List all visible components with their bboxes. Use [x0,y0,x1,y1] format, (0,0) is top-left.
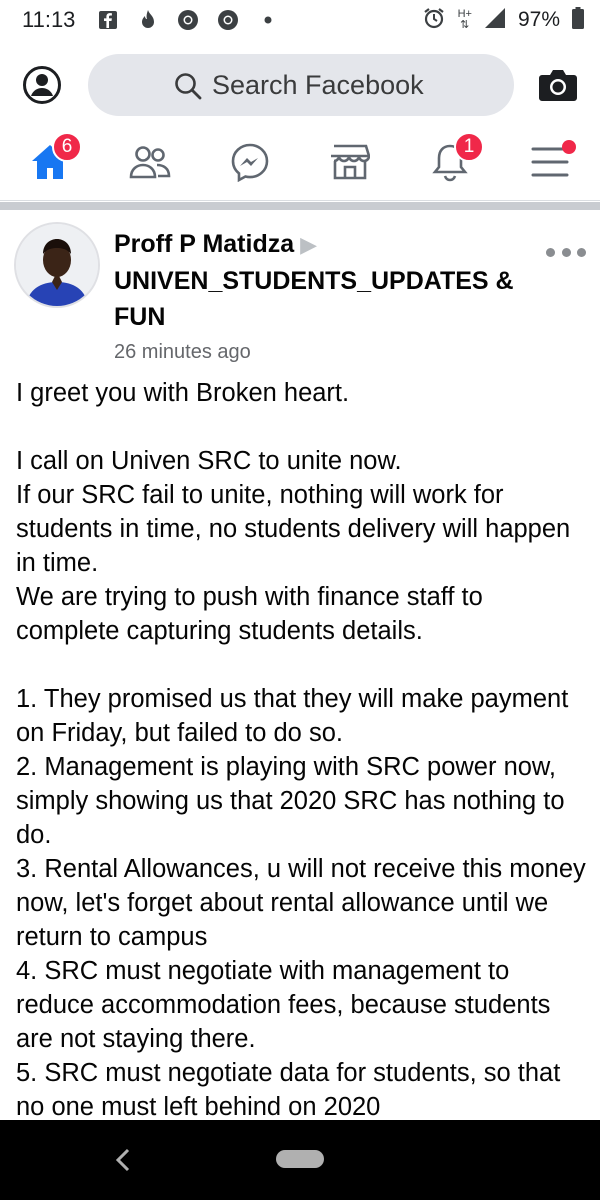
author-photo [16,224,98,306]
camera-button[interactable] [536,63,580,107]
alarm-icon [422,6,446,35]
post-paragraph: I greet you with Broken heart. [16,379,350,407]
play-arrow-icon: ▶ [300,232,318,257]
top-bar: Search Facebook [0,48,600,122]
post-paragraph: I call on Univen SRC to unite now. [16,447,402,475]
network-type-icon: H+ ⇅ [458,9,472,31]
dot-icon [546,247,555,257]
nav-tabs: 6 1 [0,124,600,200]
post-paragraph: 5. SRC must negotiate data for students,… [16,1059,561,1121]
menu-notification-dot [562,140,576,154]
status-time: 11:13 [22,7,76,32]
friends-icon [129,146,171,179]
messenger-icon [231,143,269,182]
chrome-icon [177,9,199,31]
tab-friends[interactable] [100,124,200,200]
tab-menu[interactable] [500,124,600,200]
tab-messenger[interactable] [200,124,300,200]
post-timestamp[interactable]: 26 minutes ago [114,341,546,364]
nav-divider [0,200,600,201]
tab-marketplace[interactable] [300,124,400,200]
author-line: Proff P Matidza ▶ [114,226,546,263]
flame-icon [137,9,159,31]
search-bar[interactable]: Search Facebook [88,54,514,116]
status-right: H+ ⇅ 97% [422,6,584,35]
post-paragraph: If our SRC fail to unite, nothing will w… [16,481,571,577]
more-notifications-dot-icon [257,9,279,31]
tab-notifications[interactable]: 1 [400,124,500,200]
profile-icon [23,66,61,104]
status-bar: 11:13 H+ ⇅ 97% [0,0,600,40]
profile-button[interactable] [20,63,64,107]
search-placeholder: Search Facebook [212,69,424,100]
battery-icon [572,6,584,34]
data-arrows-icon: ⇅ [460,19,470,31]
dot-icon [561,247,571,257]
home-pill-button[interactable] [276,1150,324,1168]
post-paragraph: 2. Management is playing with SRC power … [16,753,565,849]
feed-separator [0,202,600,210]
author-avatar[interactable] [14,222,100,308]
dot-icon [577,247,586,257]
tab-home[interactable]: 6 [0,124,100,200]
search-icon [175,73,202,100]
chrome-icon [217,9,239,31]
marketplace-icon [331,144,370,180]
camera-icon [539,70,577,101]
post-body: I greet you with Broken heart. I call on… [16,376,586,1124]
post-paragraph: 3. Rental Allowances, u will not receive… [16,855,586,951]
post-paragraph: We are trying to push with finance staff… [16,583,483,645]
android-navigation-bar [0,1120,600,1200]
back-icon[interactable] [112,1146,136,1174]
author-block: Proff P Matidza ▶ UNIVEN_STUDENTS_UPDATES… [114,226,546,364]
facebook-notification-icon [97,9,119,31]
post-paragraph: 4. SRC must negotiate with management to… [16,957,551,1053]
home-badge: 6 [52,132,82,162]
post-options-button[interactable] [546,242,586,262]
author-name[interactable]: Proff P Matidza [114,230,294,258]
signal-icon [484,7,506,34]
post-paragraph: 1. They promised us that they will make … [16,685,569,747]
group-name[interactable]: UNIVEN_STUDENTS_UPDATES & FUN [114,263,546,335]
notifications-badge: 1 [454,132,484,162]
battery-percent: 97% [517,8,560,31]
